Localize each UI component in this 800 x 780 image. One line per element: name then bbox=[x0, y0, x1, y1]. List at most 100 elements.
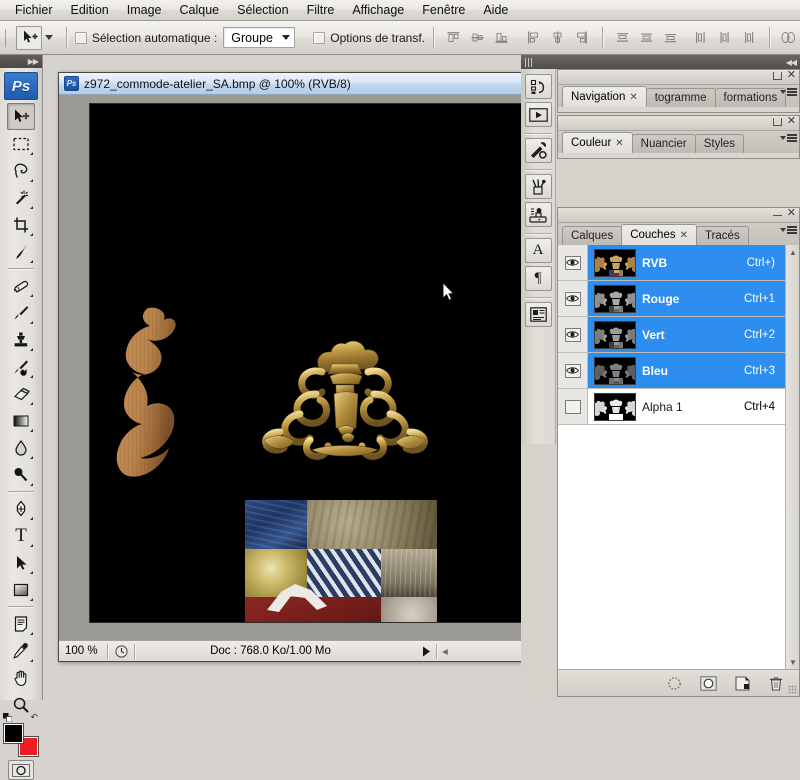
magic-wand-tool[interactable] bbox=[7, 184, 35, 211]
eyedropper-tool[interactable] bbox=[7, 637, 35, 664]
menu-image[interactable]: Image bbox=[118, 1, 171, 20]
tab-traces[interactable]: Tracés bbox=[695, 226, 749, 245]
clone-source-panel-icon[interactable] bbox=[524, 202, 552, 227]
panel-menu-icon[interactable] bbox=[780, 88, 797, 96]
new-channel-icon[interactable] bbox=[733, 674, 751, 692]
distribute-right-edges-icon[interactable] bbox=[738, 27, 760, 49]
type-tool[interactable]: T bbox=[7, 522, 35, 549]
toolbox-collapse-bar[interactable]: ▶▶ bbox=[0, 55, 42, 68]
panel-menu-icon[interactable] bbox=[780, 226, 797, 234]
zoom-level[interactable]: 100 % bbox=[59, 645, 107, 657]
transform-options-checkbox-group[interactable]: Options de transf. bbox=[313, 31, 425, 45]
channel-visibility-toggle[interactable] bbox=[558, 281, 588, 316]
color-panel-titlebar[interactable]: ✕ bbox=[558, 116, 799, 131]
tab-calques[interactable]: Calques bbox=[562, 226, 623, 245]
lasso-tool[interactable] bbox=[7, 157, 35, 184]
channel-row-bleu[interactable]: Bleu Ctrl+3 bbox=[558, 353, 785, 389]
align-vertical-centers-icon[interactable] bbox=[467, 27, 489, 49]
save-selection-as-channel-icon[interactable] bbox=[699, 674, 717, 692]
document-title-bar[interactable]: Ps z972_commode-atelier_SA.bmp @ 100% (R… bbox=[59, 73, 557, 95]
brush-tool[interactable] bbox=[7, 299, 35, 326]
tab-navigation[interactable]: Navigation ✕ bbox=[562, 86, 647, 107]
notes-tool[interactable] bbox=[7, 610, 35, 637]
align-top-edges-icon[interactable] bbox=[443, 27, 465, 49]
tool-preset-picker[interactable] bbox=[14, 25, 58, 51]
channel-row-rouge[interactable]: Rouge Ctrl+1 bbox=[558, 281, 785, 317]
dock-collapse-bar[interactable]: ◀◀ bbox=[521, 55, 800, 69]
auto-select-scope-dropdown[interactable]: Groupe bbox=[223, 27, 296, 48]
channels-panel-titlebar[interactable]: ✕ bbox=[558, 208, 799, 223]
tab-histogramme[interactable]: togramme bbox=[645, 88, 716, 107]
auto-select-checkbox[interactable] bbox=[74, 31, 87, 44]
menu-filtre[interactable]: Filtre bbox=[298, 1, 344, 20]
pen-tool[interactable] bbox=[7, 495, 35, 522]
tab-informations[interactable]: formations bbox=[714, 88, 787, 107]
close-icon[interactable]: ✕ bbox=[787, 116, 796, 127]
foreground-color-swatch[interactable] bbox=[3, 723, 24, 744]
menu-affichage[interactable]: Affichage bbox=[343, 1, 413, 20]
delete-channel-icon[interactable] bbox=[767, 674, 785, 692]
auto-select-checkbox-group[interactable]: Sélection automatique : bbox=[74, 31, 217, 45]
move-tool[interactable] bbox=[7, 103, 35, 130]
brushes-panel-icon[interactable] bbox=[524, 174, 552, 199]
slice-tool[interactable] bbox=[7, 238, 35, 265]
channel-visibility-toggle[interactable] bbox=[558, 245, 588, 280]
minimize-icon[interactable] bbox=[772, 211, 782, 216]
distribute-top-edges-icon[interactable] bbox=[611, 27, 633, 49]
history-panel-icon[interactable] bbox=[524, 74, 552, 99]
menu-aide[interactable]: Aide bbox=[474, 1, 517, 20]
tool-presets-panel-icon[interactable] bbox=[524, 138, 552, 163]
load-channel-as-selection-icon[interactable] bbox=[665, 674, 683, 692]
quick-mask-icon[interactable] bbox=[8, 760, 34, 780]
panel-resize-handle[interactable] bbox=[788, 685, 797, 694]
distribute-bottom-edges-icon[interactable] bbox=[659, 27, 681, 49]
minimize-icon[interactable] bbox=[772, 71, 782, 80]
menu-fenetre[interactable]: Fenêtre bbox=[413, 1, 474, 20]
tab-couches[interactable]: Couches ✕ bbox=[621, 224, 697, 245]
eraser-tool[interactable] bbox=[7, 380, 35, 407]
collapse-dock-icon[interactable]: ◀◀ bbox=[786, 58, 797, 67]
close-icon[interactable]: ✕ bbox=[787, 208, 796, 219]
panel-menu-icon[interactable] bbox=[780, 134, 797, 142]
crop-tool[interactable] bbox=[7, 211, 35, 238]
layer-comps-panel-icon[interactable] bbox=[524, 302, 552, 327]
gradient-tool[interactable] bbox=[7, 407, 35, 434]
align-bottom-edges-icon[interactable] bbox=[491, 27, 513, 49]
close-icon[interactable]: ✕ bbox=[680, 230, 688, 241]
channels-scrollbar[interactable]: ▲ ▼ bbox=[785, 245, 799, 669]
channel-visibility-toggle[interactable] bbox=[558, 317, 588, 352]
transform-options-checkbox[interactable] bbox=[313, 31, 326, 44]
menu-calque[interactable]: Calque bbox=[171, 1, 229, 20]
options-bar-grip[interactable] bbox=[3, 24, 11, 51]
close-icon[interactable]: ✕ bbox=[629, 92, 637, 103]
close-icon[interactable]: ✕ bbox=[615, 138, 623, 149]
minimize-icon[interactable] bbox=[772, 117, 782, 126]
paragraph-panel-icon[interactable]: ¶ bbox=[524, 266, 552, 291]
image-canvas[interactable] bbox=[89, 103, 554, 623]
align-right-edges-icon[interactable] bbox=[571, 27, 593, 49]
history-brush-tool[interactable] bbox=[7, 353, 35, 380]
distribute-vertical-centers-icon[interactable] bbox=[635, 27, 657, 49]
blur-tool[interactable] bbox=[7, 434, 35, 461]
actions-panel-icon[interactable] bbox=[524, 102, 552, 127]
dodge-tool[interactable] bbox=[7, 461, 35, 488]
channel-visibility-toggle[interactable] bbox=[558, 353, 588, 388]
clone-stamp-tool[interactable] bbox=[7, 326, 35, 353]
healing-brush-tool[interactable] bbox=[7, 272, 35, 299]
tab-nuancier[interactable]: Nuancier bbox=[631, 134, 696, 153]
distribute-horizontal-centers-icon[interactable] bbox=[714, 27, 736, 49]
align-horizontal-centers-icon[interactable] bbox=[547, 27, 569, 49]
channel-row-vert[interactable]: Vert Ctrl+2 bbox=[558, 317, 785, 353]
character-panel-icon[interactable]: A bbox=[524, 238, 552, 263]
status-menu-arrow-icon[interactable] bbox=[416, 646, 436, 657]
navigator-panel-titlebar[interactable]: ✕ bbox=[558, 70, 799, 85]
swap-colors-icon[interactable]: ↶ bbox=[30, 712, 38, 723]
scroll-up-icon[interactable]: ▲ bbox=[786, 245, 800, 259]
menu-selection[interactable]: Sélection bbox=[228, 1, 297, 20]
align-left-edges-icon[interactable] bbox=[523, 27, 545, 49]
tab-styles[interactable]: Styles bbox=[694, 134, 745, 153]
scroll-down-icon[interactable]: ▼ bbox=[786, 655, 800, 669]
menu-fichier[interactable]: Fichier bbox=[6, 1, 62, 20]
distribute-left-edges-icon[interactable] bbox=[690, 27, 712, 49]
shape-tool[interactable] bbox=[7, 576, 35, 603]
